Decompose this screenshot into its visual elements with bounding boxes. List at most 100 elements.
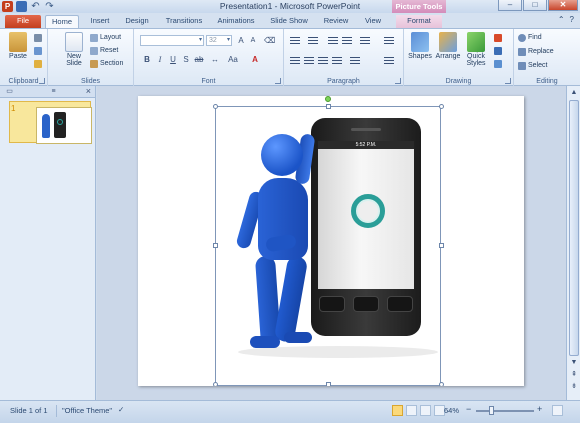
select-button[interactable]: Select <box>518 61 547 71</box>
scroll-down-icon[interactable]: ▼ <box>569 358 579 368</box>
character-spacing-icon[interactable]: ↔ <box>210 55 220 65</box>
slides-group-label: Slides <box>80 78 101 85</box>
minimize-button[interactable]: – <box>498 0 522 11</box>
font-launcher-icon[interactable] <box>275 78 281 84</box>
section-button[interactable]: Section <box>90 59 123 69</box>
tab-animations[interactable]: Animations <box>212 15 260 28</box>
slide-canvas[interactable]: 5:52 P.M. <box>138 96 524 386</box>
spell-check-icon[interactable]: ✓ <box>118 405 124 414</box>
outline-tab-icon[interactable]: ≡ <box>48 87 59 97</box>
resize-handle-top-left[interactable] <box>213 104 218 109</box>
shape-outline-button[interactable] <box>494 46 502 56</box>
rotate-handle[interactable] <box>325 96 331 102</box>
copy-button[interactable] <box>34 46 42 56</box>
decrease-indent-icon[interactable] <box>328 37 338 45</box>
font-color-icon[interactable]: A <box>250 55 260 65</box>
italic-icon[interactable]: I <box>155 55 165 65</box>
resize-handle-bottom[interactable] <box>326 382 331 386</box>
resize-handle-bottom-left[interactable] <box>213 382 218 386</box>
reset-button[interactable]: Reset <box>90 46 118 56</box>
tab-design[interactable]: Design <box>120 15 154 28</box>
shadow-icon[interactable]: S <box>181 55 191 65</box>
section-label: Section <box>100 60 124 67</box>
justify-icon[interactable] <box>332 57 342 65</box>
tab-transitions[interactable]: Transitions <box>160 15 208 28</box>
paste-button[interactable]: Paste <box>4 32 32 60</box>
paste-label: Paste <box>9 53 27 60</box>
slide-thumbnail[interactable] <box>9 101 92 144</box>
resize-handle-top-right[interactable] <box>439 104 444 109</box>
zoom-slider-knob[interactable] <box>489 406 494 415</box>
paragraph-launcher-icon[interactable] <box>395 78 401 84</box>
underline-icon[interactable]: U <box>168 55 178 65</box>
normal-view-icon[interactable] <box>392 405 403 416</box>
resize-handle-left[interactable] <box>213 243 218 248</box>
fit-to-window-icon[interactable] <box>552 405 563 416</box>
editing-group-label: Editing <box>536 78 558 85</box>
vertical-scrollbar[interactable]: ▲ ▼ ⇞ ⇟ <box>566 86 580 400</box>
help-icon[interactable]: ? <box>570 15 574 24</box>
shape-fill-button[interactable] <box>494 33 502 43</box>
close-pane-icon[interactable]: × <box>86 86 91 96</box>
layout-icon <box>90 34 98 42</box>
arrange-label: Arrange <box>435 53 461 60</box>
numbering-icon[interactable] <box>308 37 318 45</box>
align-left-icon[interactable] <box>290 57 300 65</box>
shapes-button[interactable]: Shapes <box>406 32 434 60</box>
new-slide-button[interactable]: New Slide <box>60 32 88 67</box>
minimize-ribbon-icon[interactable]: ⌃ <box>558 15 565 24</box>
font-size-combo[interactable]: 32 ▾ <box>206 35 232 46</box>
clipboard-launcher-icon[interactable] <box>39 78 45 84</box>
bullets-icon[interactable] <box>290 37 300 45</box>
clear-formatting-icon[interactable]: ⌫ <box>264 36 275 46</box>
tab-view[interactable]: View <box>358 15 388 28</box>
scroll-up-icon[interactable]: ▲ <box>569 88 579 98</box>
align-center-icon[interactable] <box>304 57 314 65</box>
picture-selection-box[interactable] <box>215 106 441 386</box>
slides-tab-icon[interactable]: ▭ <box>4 87 15 97</box>
line-spacing-icon[interactable] <box>360 37 370 45</box>
drawing-launcher-icon[interactable] <box>505 78 511 84</box>
change-case-icon[interactable]: Aa <box>228 55 238 65</box>
increase-indent-icon[interactable] <box>342 37 352 45</box>
maximize-button[interactable]: □ <box>523 0 547 11</box>
close-button[interactable]: ✕ <box>548 0 578 11</box>
next-slide-icon[interactable]: ⇟ <box>569 382 579 392</box>
tab-format[interactable]: Format <box>396 15 442 28</box>
resize-handle-right[interactable] <box>439 243 444 248</box>
reading-view-icon[interactable] <box>420 405 431 416</box>
replace-button[interactable]: Replace <box>518 47 554 57</box>
tab-review[interactable]: Review <box>320 15 352 28</box>
quick-styles-button[interactable]: Quick Styles <box>462 32 490 67</box>
scroll-thumb[interactable] <box>569 100 579 356</box>
shrink-font-icon[interactable]: A <box>248 36 258 46</box>
align-right-icon[interactable] <box>318 57 328 65</box>
grow-font-icon[interactable]: A <box>236 36 246 46</box>
status-bar: Slide 1 of 1 "Office Theme" ✓ 64% − + <box>0 400 580 423</box>
smartart-icon[interactable] <box>384 57 394 65</box>
resize-handle-top[interactable] <box>326 104 331 109</box>
format-painter-button[interactable] <box>34 59 42 69</box>
zoom-level[interactable]: 64% <box>444 406 459 415</box>
layout-button[interactable]: Layout <box>90 33 121 43</box>
slide-sorter-view-icon[interactable] <box>406 405 417 416</box>
bold-icon[interactable]: B <box>142 55 152 65</box>
zoom-in-icon[interactable]: + <box>537 404 542 414</box>
find-button[interactable]: Find <box>518 33 542 43</box>
zoom-slider[interactable] <box>476 410 534 412</box>
text-direction-icon[interactable] <box>384 37 394 45</box>
tab-file[interactable]: File <box>5 15 41 28</box>
columns-icon[interactable] <box>350 57 360 65</box>
tab-home[interactable]: Home <box>45 15 79 28</box>
cut-button[interactable] <box>34 33 42 43</box>
shape-effects-button[interactable] <box>494 59 502 69</box>
previous-slide-icon[interactable]: ⇞ <box>569 370 579 380</box>
strikethrough-icon[interactable]: ab <box>194 55 204 65</box>
font-name-combo[interactable]: ▾ <box>140 35 204 46</box>
zoom-out-icon[interactable]: − <box>466 404 471 414</box>
resize-handle-bottom-right[interactable] <box>439 382 444 386</box>
tab-insert[interactable]: Insert <box>84 15 116 28</box>
arrange-button[interactable]: Arrange <box>434 32 462 60</box>
shape-effects-icon <box>494 60 502 68</box>
tab-slide-show[interactable]: Slide Show <box>266 15 312 28</box>
